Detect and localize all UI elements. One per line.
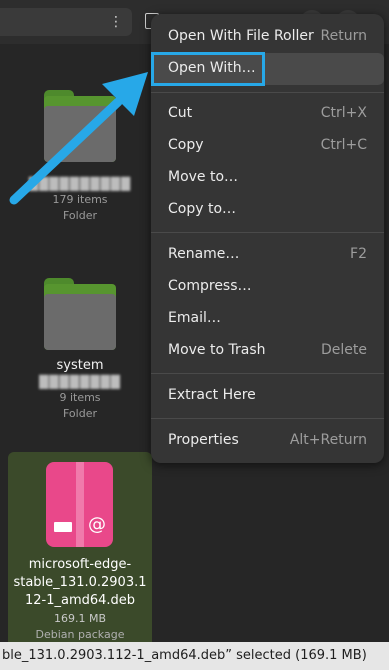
- menu-item-copy-to[interactable]: Copy to…: [151, 194, 384, 226]
- folder-name-redacted: ████████: [39, 375, 121, 389]
- annotation-highlight-box: [151, 52, 265, 86]
- menu-separator: [151, 373, 384, 374]
- folder-item-count: 9 items: [59, 391, 101, 404]
- menu-item-cut[interactable]: Cut Ctrl+X: [151, 98, 384, 130]
- menu-item-open-with-file-roller[interactable]: Open With File Roller Return: [151, 21, 384, 53]
- menu-item-copy[interactable]: Copy Ctrl+C: [151, 130, 384, 162]
- menu-item-rename[interactable]: Rename… F2: [151, 239, 384, 271]
- folder-item-system[interactable]: system ████████ 9 items Folder: [8, 278, 152, 422]
- folder-icon: [44, 90, 116, 162]
- menu-item-email[interactable]: Email…: [151, 303, 384, 335]
- file-type: Debian package: [35, 628, 125, 641]
- folder-name-redacted: ██████████: [28, 177, 132, 191]
- folder-name: system: [56, 358, 104, 373]
- menu-item-properties[interactable]: Properties Alt+Return: [151, 425, 384, 457]
- menu-separator: [151, 418, 384, 419]
- menu-item-extract-here[interactable]: Extract Here: [151, 380, 384, 412]
- menu-item-compress[interactable]: Compress…: [151, 271, 384, 303]
- folder-item-1[interactable]: ██████████ 179 items Folder: [8, 90, 152, 224]
- file-size: 169.1 MB: [53, 612, 107, 625]
- folder-item-count: 179 items: [52, 193, 108, 206]
- debian-package-icon: @: [46, 462, 113, 547]
- menu-item-move-to[interactable]: Move to…: [151, 162, 384, 194]
- folder-type: Folder: [63, 407, 97, 420]
- menu-separator: [151, 232, 384, 233]
- folder-icon: [44, 278, 116, 350]
- path-menu-button[interactable]: ⋮: [108, 8, 124, 36]
- folder-type: Folder: [63, 209, 97, 222]
- status-bar: ble_131.0.2903.112-1_amd64.deb” selected…: [0, 642, 389, 670]
- menu-item-move-to-trash[interactable]: Move to Trash Delete: [151, 335, 384, 367]
- menu-separator: [151, 92, 384, 93]
- status-text: ble_131.0.2903.112-1_amd64.deb” selected…: [2, 648, 367, 663]
- file-name: microsoft-edge- stable_131.0.2903.1 12-1…: [13, 557, 147, 608]
